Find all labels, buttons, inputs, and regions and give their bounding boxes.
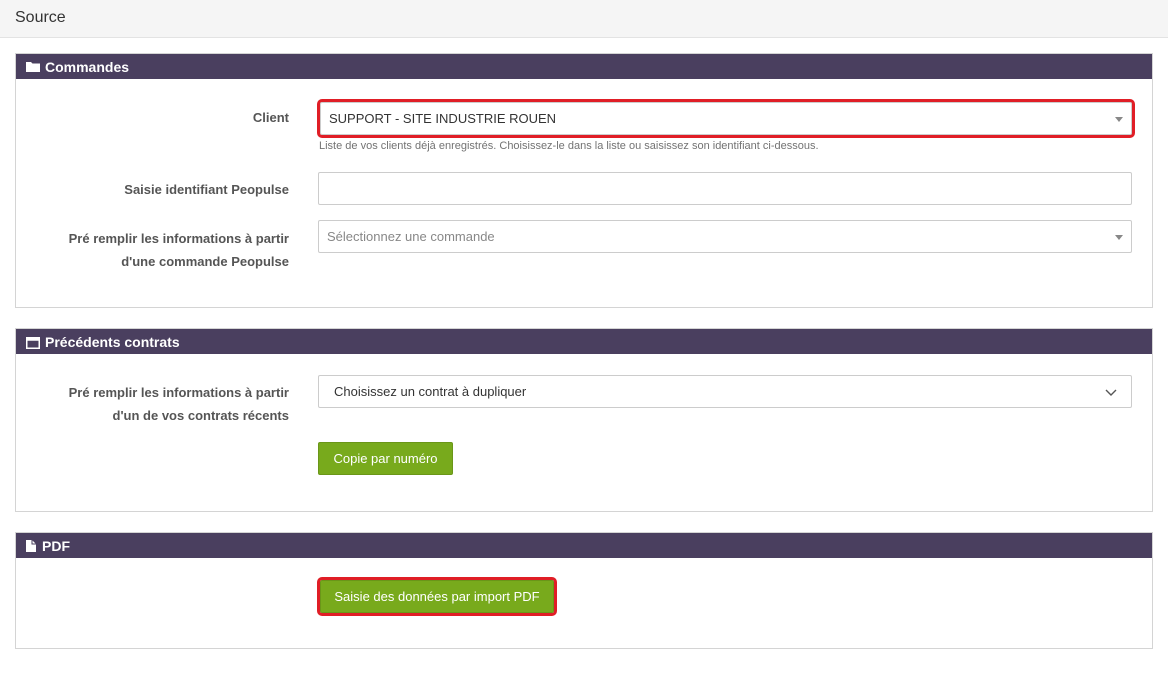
commande-select[interactable]: Sélectionnez une commande xyxy=(318,220,1132,253)
pdf-header: PDF xyxy=(16,533,1152,558)
calendar-icon xyxy=(26,336,40,349)
pdf-header-label: PDF xyxy=(42,537,70,554)
prefill-commande-label-line2: d'une commande Peopulse xyxy=(121,254,289,269)
commandes-header: Commandes xyxy=(16,54,1152,79)
contrats-header-label: Précédents contrats xyxy=(45,333,180,350)
page-title: Source xyxy=(15,9,66,26)
commandes-header-label: Commandes xyxy=(45,58,130,75)
client-select-value: SUPPORT - SITE INDUSTRIE ROUEN xyxy=(329,111,557,126)
prefill-contrat-label-line2: d'un de vos contrats récents xyxy=(112,408,289,423)
contrat-select[interactable]: Choisissez un contrat à dupliquer xyxy=(318,375,1132,408)
folder-icon xyxy=(26,61,40,73)
top-bar: Source xyxy=(0,0,1168,38)
chevron-down-icon xyxy=(1105,386,1117,398)
copy-by-number-button[interactable]: Copie par numéro xyxy=(318,442,453,475)
prefill-contrat-label: Pré remplir les informations à partir d'… xyxy=(26,381,289,427)
prefill-commande-label: Pré remplir les informations à partir d'… xyxy=(26,227,289,273)
client-label: Client xyxy=(252,110,289,125)
import-pdf-button[interactable]: Saisie des données par import PDF xyxy=(317,577,557,616)
contrats-panel: Précédents contrats Pré remplir les info… xyxy=(15,328,1153,512)
contrats-header: Précédents contrats xyxy=(16,329,1152,354)
commandes-panel: Commandes Client SUPPORT - SITE INDUSTRI… xyxy=(15,53,1153,308)
prefill-contrat-label-line1: Pré remplir les informations à partir xyxy=(68,385,289,400)
file-icon xyxy=(26,539,37,552)
prefill-commande-label-line1: Pré remplir les informations à partir xyxy=(68,231,289,246)
id-label: Saisie identifiant Peopulse xyxy=(124,182,289,197)
chevron-down-icon xyxy=(1115,235,1123,240)
commande-select-placeholder: Sélectionnez une commande xyxy=(327,229,495,244)
client-select[interactable]: SUPPORT - SITE INDUSTRIE ROUEN xyxy=(317,99,1135,138)
contrat-select-placeholder: Choisissez un contrat à dupliquer xyxy=(334,384,527,399)
client-help-text: Liste de vos clients déjà enregistrés. C… xyxy=(319,140,819,152)
chevron-down-icon xyxy=(1115,117,1123,122)
peopulse-id-input[interactable] xyxy=(318,172,1132,205)
pdf-panel: PDF Saisie des données par import PDF xyxy=(15,532,1153,649)
